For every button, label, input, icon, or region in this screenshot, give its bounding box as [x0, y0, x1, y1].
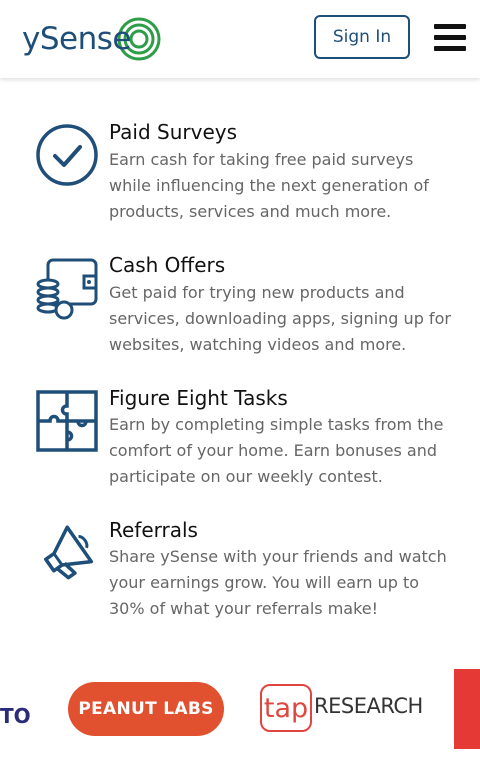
feature-title: Referrals	[109, 518, 198, 542]
feature-description: Share ySense with your friends and watch…	[109, 547, 447, 618]
feature-description: Earn by completing simple tasks from the…	[109, 415, 444, 486]
feature-title: Paid Surveys	[109, 120, 238, 144]
feature-title: Cash Offers	[109, 253, 226, 277]
wallet-coins-icon	[36, 258, 98, 320]
puzzle-icon	[36, 390, 98, 452]
top-header: ySense Sign In	[0, 0, 480, 78]
feature-description: Earn cash for taking free paid surveys w…	[109, 150, 429, 221]
tap-research-logo-mark: tap	[260, 684, 312, 732]
sign-in-button[interactable]: Sign In	[314, 15, 410, 59]
feature-title: Figure Eight Tasks	[109, 386, 288, 410]
ysense-logo[interactable]: ySense	[22, 14, 161, 64]
megaphone-icon	[44, 525, 94, 580]
hamburger-menu-icon[interactable]	[434, 24, 466, 52]
feature-description: Get paid for trying new products and ser…	[109, 283, 451, 354]
partner-logo-red-block	[454, 669, 480, 749]
checkmark-circle-icon	[36, 124, 98, 186]
logo-text: ySense	[22, 21, 131, 57]
partner-logo-fragment: TO	[0, 704, 31, 728]
tap-research-logo-text: RESEARCH	[314, 694, 423, 718]
peanut-labs-logo: PEANUT LABS	[68, 682, 224, 736]
